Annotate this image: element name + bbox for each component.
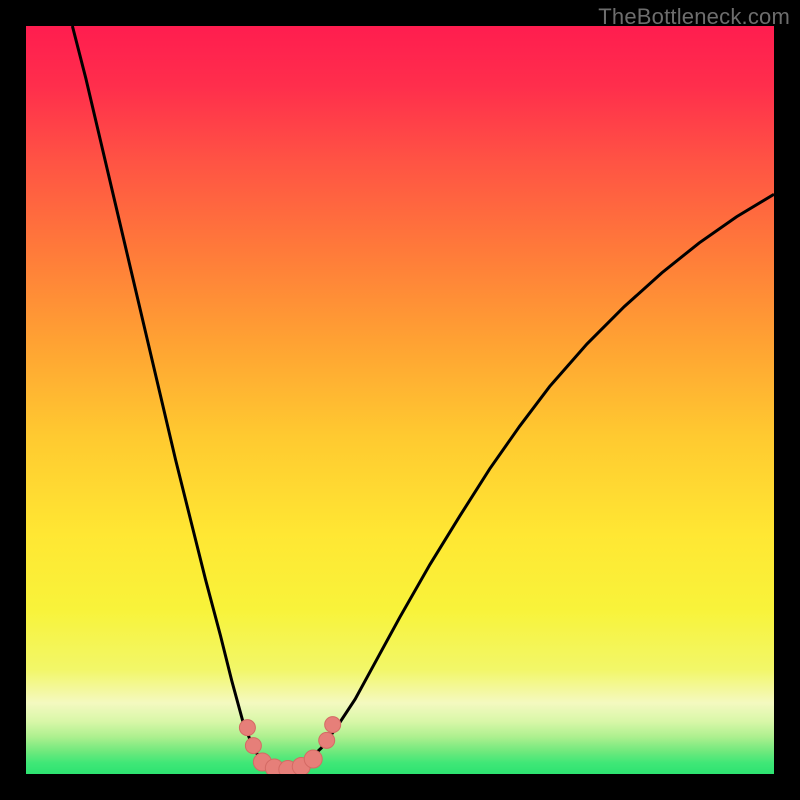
data-marker bbox=[245, 738, 261, 754]
data-marker bbox=[239, 720, 255, 736]
data-marker bbox=[319, 732, 335, 748]
data-marker bbox=[325, 717, 341, 733]
watermark-text: TheBottleneck.com bbox=[598, 4, 790, 30]
chart-frame bbox=[26, 26, 774, 774]
gradient-background bbox=[26, 26, 774, 774]
data-marker bbox=[304, 750, 322, 768]
bottleneck-curve-chart bbox=[26, 26, 774, 774]
